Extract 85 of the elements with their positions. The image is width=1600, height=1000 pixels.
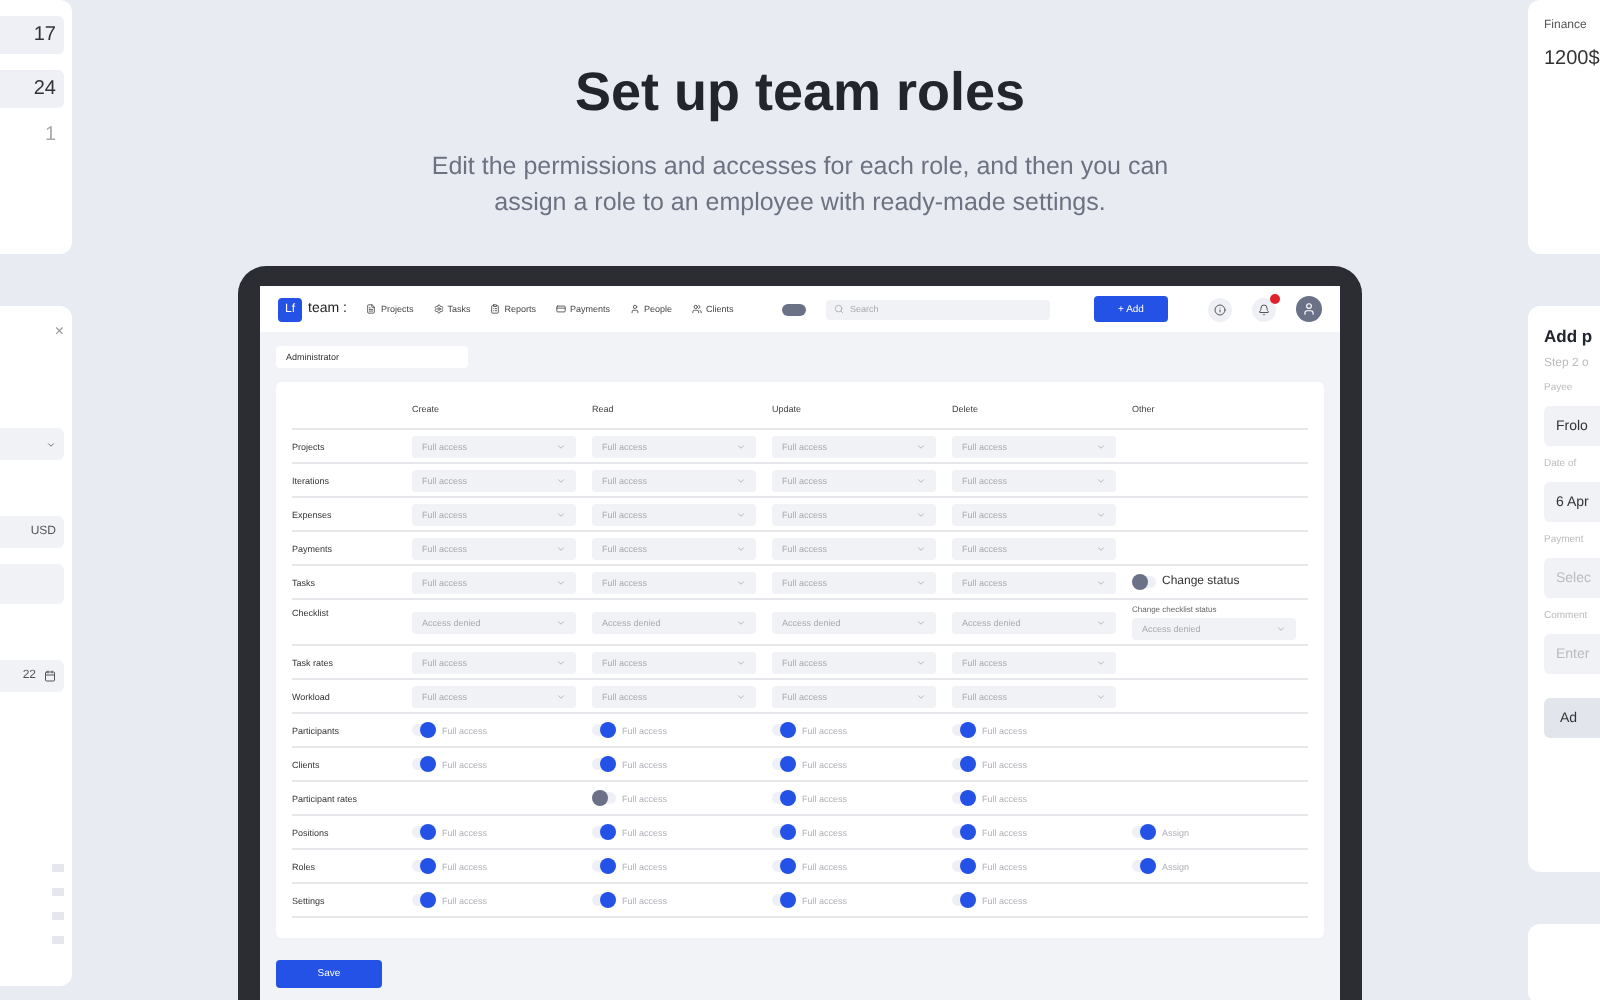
chevron-down-icon [556, 657, 566, 667]
chevron-down-icon [1096, 543, 1106, 553]
chevron-down-icon [556, 617, 566, 627]
amount-value: 1200$ [1544, 48, 1600, 70]
nav-item-icon [433, 304, 444, 314]
chevron-down-icon [556, 691, 566, 701]
toggle-switch[interactable] [772, 894, 796, 906]
toggle-switch[interactable] [592, 724, 616, 736]
chevron-down-icon [556, 475, 566, 485]
chevron-down-icon [1096, 509, 1106, 519]
chevron-down-icon [736, 543, 746, 553]
toggle-switch[interactable] [772, 792, 796, 804]
chevron-down-icon [736, 577, 746, 587]
nav-item-icon [692, 304, 703, 314]
chevron-down-icon [556, 543, 566, 553]
nav-item-icon [630, 304, 641, 314]
toggle-switch[interactable] [1132, 826, 1156, 838]
chevron-down-icon [1096, 441, 1106, 451]
chevron-down-icon [1096, 577, 1106, 587]
toggle-switch[interactable] [952, 894, 976, 906]
toggle-switch[interactable] [592, 792, 616, 804]
toggle-switch[interactable] [412, 860, 436, 872]
toggle-switch[interactable] [1132, 860, 1156, 872]
toggle-switch[interactable] [952, 860, 976, 872]
nav-item-icon [556, 304, 566, 314]
toggle-switch[interactable] [592, 894, 616, 906]
toggle-switch[interactable] [592, 758, 616, 770]
chevron-down-icon [736, 691, 746, 701]
toggle-switch[interactable] [952, 724, 976, 736]
chevron-down-icon [736, 617, 746, 627]
chevron-down-icon [736, 509, 746, 519]
chevron-down-icon [916, 691, 926, 701]
person-silhouette-icon [1302, 302, 1316, 316]
toggle-switch[interactable] [412, 758, 436, 770]
chevron-down-icon [46, 439, 56, 449]
toggle-switch[interactable] [1132, 576, 1156, 588]
chevron-down-icon [1096, 617, 1106, 627]
nav-item-icon [490, 304, 501, 314]
chevron-down-icon [736, 441, 746, 451]
status-pill [782, 303, 806, 315]
chevron-down-icon [1276, 624, 1286, 634]
chevron-down-icon [916, 509, 926, 519]
toggle-switch[interactable] [412, 894, 436, 906]
bell-icon [1258, 303, 1270, 315]
chevron-down-icon [1096, 475, 1106, 485]
chevron-down-icon [556, 441, 566, 451]
toggle-switch[interactable] [952, 758, 976, 770]
calendar-day[interactable]: 17 [0, 16, 64, 54]
toggle-switch[interactable] [772, 826, 796, 838]
calendar-icon [44, 670, 56, 682]
toggle-switch[interactable] [772, 758, 796, 770]
chevron-down-icon [556, 577, 566, 587]
toggle-switch[interactable] [772, 724, 796, 736]
toggle-switch[interactable] [952, 826, 976, 838]
chevron-down-icon [916, 617, 926, 627]
chevron-down-icon [916, 441, 926, 451]
info-button[interactable] [1208, 297, 1232, 321]
calendar-day[interactable]: 1 [0, 124, 64, 146]
notifications-button[interactable] [1252, 297, 1276, 321]
toggle-switch[interactable] [952, 792, 976, 804]
calendar-day[interactable]: 24 [0, 70, 64, 108]
toggle-switch[interactable] [412, 826, 436, 838]
chevron-down-icon [916, 657, 926, 667]
page-heading: Set up team roles [574, 62, 1026, 124]
toggle-switch[interactable] [412, 724, 436, 736]
chevron-down-icon [916, 577, 926, 587]
chevron-down-icon [916, 543, 926, 553]
toggle-switch[interactable] [772, 860, 796, 872]
form-title: Add p [1544, 326, 1595, 346]
chevron-down-icon [736, 475, 746, 485]
chevron-down-icon [916, 475, 926, 485]
nav-item-icon [366, 304, 377, 314]
chevron-down-icon [1096, 657, 1106, 667]
notification-dot [1270, 293, 1280, 303]
avatar[interactable] [1296, 296, 1322, 322]
dropdown-field[interactable] [0, 428, 64, 460]
chevron-down-icon [736, 657, 746, 667]
toggle-switch[interactable] [592, 826, 616, 838]
info-icon [1214, 303, 1226, 315]
chevron-down-icon [556, 509, 566, 519]
page-subtitle: Edit the permissions and accesses for each role, and then you can assign a role to an employee with ready-made settings. [429, 150, 1171, 220]
chevron-down-icon [1096, 691, 1106, 701]
search-icon [834, 304, 844, 314]
toggle-switch[interactable] [592, 860, 616, 872]
close-button[interactable]: × [54, 322, 64, 340]
